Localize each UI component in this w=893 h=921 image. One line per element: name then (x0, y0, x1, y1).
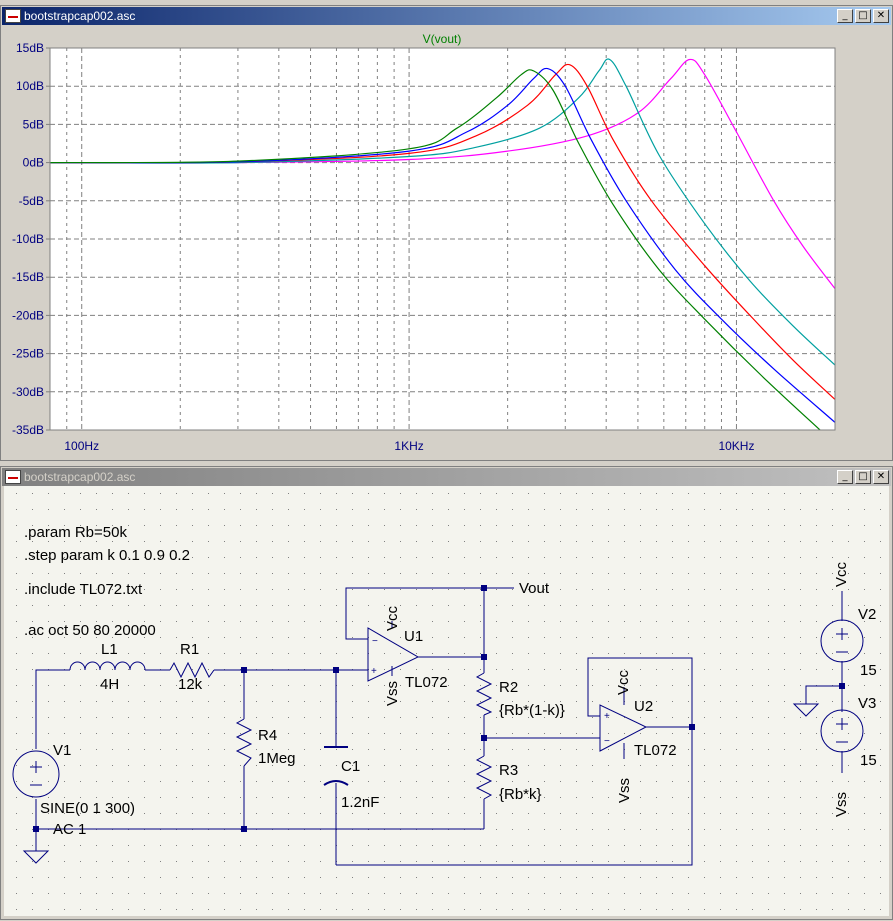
directive-ac[interactable]: .ac oct 50 80 20000 (24, 622, 156, 639)
l1-label: L1 (101, 641, 118, 658)
l1-value: 4H (100, 676, 119, 693)
r1-value: 12k (178, 676, 203, 693)
svg-text:+: + (604, 711, 610, 722)
waveform-plot[interactable]: V(vout) 15dB 10dB 5dB 0dB -5dB -10dB -15dB -20d… (0, 0, 893, 460)
v3-vss: Vss (833, 792, 850, 817)
trace-label[interactable]: V(vout) (423, 32, 462, 46)
x-tick-label: 10KHz (718, 439, 754, 453)
schematic-canvas[interactable]: .param Rb=50k .step param k 0.1 0.9 0.2 … (0, 461, 893, 921)
r1-label: R1 (180, 641, 199, 658)
c1-label: C1 (341, 758, 360, 775)
r2-label: R2 (499, 679, 518, 696)
v2-value: 15 (860, 662, 877, 679)
v2-vcc: Vcc (833, 561, 850, 587)
svg-text:−: − (372, 636, 378, 647)
y-tick-label: -30dB (12, 385, 44, 399)
u2-vcc: Vcc (615, 669, 632, 695)
y-tick-label: -25dB (12, 347, 44, 361)
vout-label: Vout (519, 580, 550, 597)
v3-label: V3 (858, 695, 876, 712)
y-tick-label: 10dB (16, 79, 44, 93)
y-tick-label: 0dB (23, 156, 44, 170)
y-tick-label: -15dB (12, 270, 44, 284)
svg-text:−: − (604, 736, 610, 747)
v2-label: V2 (858, 606, 876, 623)
r3-value: {Rb*k} (499, 786, 542, 803)
x-tick-label: 1KHz (394, 439, 423, 453)
directive-param[interactable]: .param Rb=50k (24, 524, 127, 541)
r4-label: R4 (258, 727, 277, 744)
u2-vss: Vss (616, 778, 633, 803)
u1-vss: Vss (384, 681, 401, 706)
y-tick-label: -10dB (12, 232, 44, 246)
x-tick-label: 100Hz (64, 439, 99, 453)
v1-label: V1 (53, 742, 71, 759)
r2-value: {Rb*(1-k)} (499, 702, 565, 719)
y-tick-label: 15dB (16, 41, 44, 55)
u2-label: U2 (634, 698, 653, 715)
directive-include[interactable]: .include TL072.txt (24, 581, 143, 598)
u1-model: TL072 (405, 674, 448, 691)
svg-text:+: + (371, 666, 377, 677)
y-tick-label: 5dB (23, 117, 44, 131)
y-tick-label: -20dB (12, 308, 44, 322)
v1-value-ac: AC 1 (53, 821, 86, 838)
directive-step[interactable]: .step param k 0.1 0.9 0.2 (24, 547, 190, 564)
y-tick-label: -35dB (12, 423, 44, 437)
u1-vcc: Vcc (384, 605, 401, 631)
r3-label: R3 (499, 762, 518, 779)
u1-label: U1 (404, 628, 423, 645)
r4-value: 1Meg (258, 750, 296, 767)
v1-value-sine: SINE(0 1 300) (40, 800, 135, 817)
u2-model: TL072 (634, 742, 677, 759)
y-tick-label: -5dB (19, 194, 44, 208)
v3-value: 15 (860, 752, 877, 769)
c1-value: 1.2nF (341, 794, 379, 811)
